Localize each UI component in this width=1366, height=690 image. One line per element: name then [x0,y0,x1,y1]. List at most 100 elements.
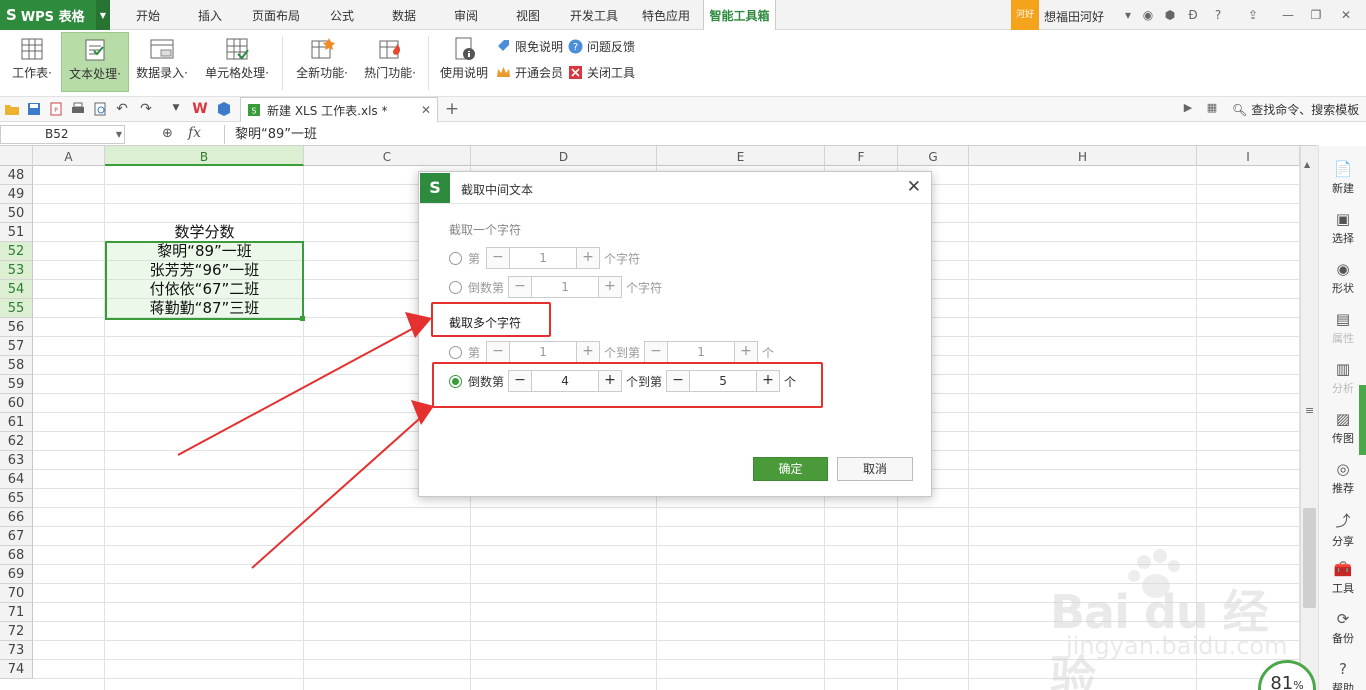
increment-icon[interactable]: + [577,248,600,268]
row-header-65[interactable]: 65 [0,489,33,508]
user-badge[interactable]: 河好 [1011,0,1039,30]
row-header-68[interactable]: 68 [0,546,33,565]
row-header-52[interactable]: 52 [0,242,33,261]
last-nth-char-stepper[interactable]: −1 + [508,276,623,298]
row-header-51[interactable]: 51 [0,223,33,242]
row-header-56[interactable]: 56 [0,318,33,337]
nth-char-stepper[interactable]: −1 + [486,247,601,269]
decrement-icon[interactable]: − [509,277,532,297]
row-header-73[interactable]: 73 [0,641,33,660]
row-header-72[interactable]: 72 [0,622,33,641]
tab-formula[interactable]: 公式 [316,0,368,30]
feedback-button[interactable]: ? 问题反馈 [568,36,635,56]
sidebar-help[interactable]: ? 帮助 [1319,656,1366,690]
row-header-69[interactable]: 69 [0,565,33,584]
row-header-48[interactable]: 48 [0,166,33,185]
redo-icon[interactable]: ↷ [138,101,154,117]
range-start-to-value[interactable]: 1 [667,342,736,362]
name-box-dropdown-icon[interactable]: ▼ [116,126,122,143]
cell-b51[interactable]: 数学分数 [105,223,304,242]
nth-char-value[interactable]: 1 [509,248,578,268]
row-header-61[interactable]: 61 [0,413,33,432]
row-header-62[interactable]: 62 [0,432,33,451]
column-header-h[interactable]: H [969,146,1197,166]
range-start-to-stepper[interactable]: −1 + [644,341,759,363]
radio-nth-char[interactable] [449,251,462,265]
column-header-c[interactable]: C [304,146,471,166]
tab-features[interactable]: 特色应用 [634,0,698,30]
hot-features-button[interactable]: 热门功能· [358,32,422,92]
range-start-from-value[interactable]: 1 [509,342,578,362]
print-preview-icon[interactable] [92,101,108,117]
user-dropdown-icon[interactable]: ▾ [1120,7,1136,23]
column-header-d[interactable]: D [471,146,657,166]
restore-icon[interactable]: ❐ [1308,7,1324,23]
help-icon[interactable]: ? [1210,7,1226,23]
sidebar-shape[interactable]: ◉ 形状 [1319,256,1366,306]
increment-icon[interactable]: + [599,277,622,297]
tab-review[interactable]: 审阅 [440,0,492,30]
row-header-64[interactable]: 64 [0,470,33,489]
cube-icon[interactable] [216,101,232,117]
row-header-71[interactable]: 71 [0,603,33,622]
name-box[interactable]: B52 ▼ [0,125,125,144]
tab-insert[interactable]: 插入 [182,0,238,30]
sidebar-backup[interactable]: ⟳ 备份 [1319,606,1366,656]
column-header-a[interactable]: A [33,146,105,166]
column-header-i[interactable]: I [1197,146,1300,166]
screen-icon[interactable]: ▶ [1180,101,1196,117]
customize-toolbar-icon[interactable]: ▼ [168,103,184,119]
row-header-74[interactable]: 74 [0,660,33,679]
tab-smart-toolbox[interactable]: 智能工具箱 [703,0,776,31]
option-last-nth-char[interactable]: 倒数第 −1 + 个字符 [449,276,662,298]
row-header-58[interactable]: 58 [0,356,33,375]
increment-icon[interactable]: + [735,342,758,362]
settings-icon[interactable]: ⬢ [1162,7,1178,23]
new-tab-icon[interactable]: + [444,99,460,119]
row-header-67[interactable]: 67 [0,527,33,546]
cell-b54[interactable]: 付依依“67”二班 [105,280,304,299]
tab-view[interactable]: 视图 [502,0,554,30]
save-icon[interactable] [26,101,42,117]
ok-button[interactable]: 确定 [753,457,828,481]
increment-icon[interactable]: + [577,342,600,362]
zoom-formula-icon[interactable]: ⊕ [162,126,173,141]
tab-page-layout[interactable]: 页面布局 [244,0,308,30]
radio-last-nth-char[interactable] [449,280,462,294]
skin-icon[interactable]: ◉ [1140,7,1156,23]
worksheet-button[interactable]: 工作表· [4,32,60,92]
option-range-from-start[interactable]: 第 −1 + 个到第 −1 + 个 [449,341,774,363]
row-header-66[interactable]: 66 [0,508,33,527]
print-icon[interactable] [70,101,86,117]
decrement-icon[interactable]: − [487,342,510,362]
scroll-up-icon[interactable]: ▲ [1304,160,1310,169]
new-features-button[interactable]: 全新功能· [290,32,354,92]
cell-b52[interactable]: 黎明“89”一班 [105,242,304,261]
select-all-corner[interactable] [0,146,33,166]
sidebar-collapse-handle[interactable] [1359,385,1366,455]
wps-w-icon[interactable]: W [192,101,208,117]
decrement-icon[interactable]: − [487,248,510,268]
vip-button[interactable]: 开通会员 [496,62,563,82]
app-logo[interactable]: S WPS 表格 ▼ [0,0,110,30]
cell-processing-button[interactable]: 单元格处理· [198,32,276,92]
undo-icon[interactable]: ↶ [114,101,130,117]
close-window-icon[interactable]: ✕ [1338,7,1354,23]
sidebar-new[interactable]: 📄 新建 [1319,156,1366,206]
sidebar-recommend[interactable]: ◎ 推荐 [1319,456,1366,506]
row-header-59[interactable]: 59 [0,375,33,394]
data-entry-button[interactable]: 数据录入· [131,32,193,92]
usage-guide-button[interactable]: 使用说明 [436,32,492,92]
row-header-49[interactable]: 49 [0,185,33,204]
row-header-57[interactable]: 57 [0,337,33,356]
sidebar-share[interactable]: ⤴ 分享 [1319,506,1366,556]
cancel-button[interactable]: 取消 [837,457,913,481]
row-header-50[interactable]: 50 [0,204,33,223]
split-handle-icon[interactable]: ≡ [1305,404,1314,417]
fx-icon[interactable]: fx [188,125,201,141]
export-pdf-icon[interactable]: P [48,101,64,117]
close-tool-button[interactable]: 关闭工具 [568,62,635,82]
last-nth-char-value[interactable]: 1 [531,277,600,297]
option-nth-char[interactable]: 第 −1 + 个字符 [449,247,640,269]
row-header-54[interactable]: 54 [0,280,33,299]
